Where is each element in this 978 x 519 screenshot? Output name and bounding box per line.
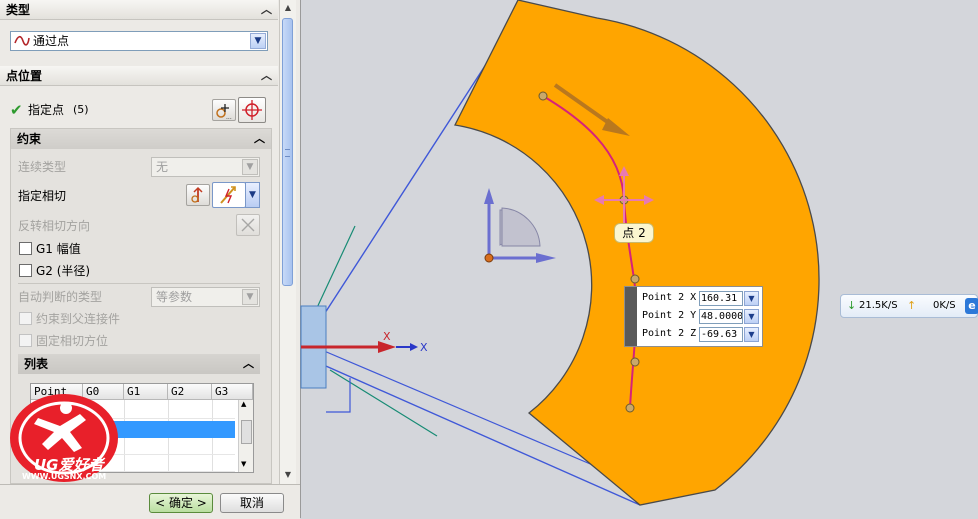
- network-speed-widget[interactable]: ↓ 21.5K/S ↑ 0K/S e: [840, 294, 978, 318]
- model-scene: [300, 0, 820, 506]
- upload-arrow-icon: ↑: [907, 299, 917, 312]
- construction-line: [300, 54, 493, 351]
- coord-y-dropdown-icon[interactable]: ▼: [744, 309, 759, 324]
- spline-point-1: [538, 91, 548, 101]
- spline-point-4: [630, 357, 640, 367]
- coord-x-input[interactable]: 160.31: [699, 291, 743, 306]
- construction-line: [329, 369, 438, 437]
- coord-z-input[interactable]: -69.63: [699, 327, 743, 342]
- download-arrow-icon: ↓: [847, 299, 857, 312]
- coord-z-label: Point 2 Z: [642, 328, 697, 339]
- spline-point-3: [630, 274, 640, 284]
- browser-icon: e: [965, 298, 978, 314]
- axis-label-x2: X: [420, 341, 428, 354]
- csys-origin: [484, 253, 494, 263]
- coord-y-label: Point 2 Y: [642, 310, 697, 321]
- drag-grip[interactable]: [625, 287, 637, 346]
- datum-edge: [326, 378, 351, 413]
- coord-z-dropdown-icon[interactable]: ▼: [744, 327, 759, 342]
- point-tooltip: 点 2: [614, 223, 654, 243]
- coord-y-input[interactable]: 48.0000: [699, 309, 743, 324]
- coord-x-label: Point 2 X: [642, 292, 697, 303]
- upload-speed: 0K/S: [933, 300, 956, 311]
- rotation-quadrant: [501, 207, 541, 247]
- coord-x-dropdown-icon[interactable]: ▼: [744, 291, 759, 306]
- coordinate-input-box[interactable]: Point 2 X 160.31 ▼ Point 2 Y 48.0000 ▼ P…: [624, 286, 763, 347]
- axis-label-x: X: [383, 330, 391, 343]
- x-axis-arrow-2-icon: [410, 343, 418, 351]
- spline-point-5: [625, 403, 635, 413]
- z-handle-arrow-icon: [484, 188, 494, 204]
- x-handle-arrow-icon: [536, 253, 556, 263]
- download-speed: 21.5K/S: [859, 300, 898, 311]
